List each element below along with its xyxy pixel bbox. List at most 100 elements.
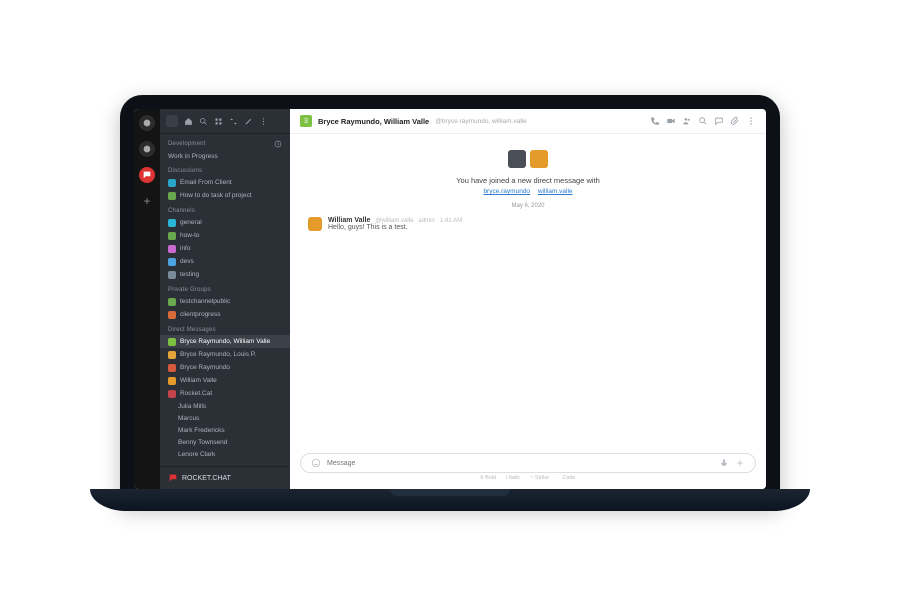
directory-icon[interactable] <box>214 117 223 126</box>
item-label: Mark Fredericks <box>178 427 225 434</box>
cat-label: Direct Messages <box>168 327 216 333</box>
item-label: Bryce Raymundo, Louis P. <box>180 351 256 358</box>
message-avatar[interactable] <box>308 217 322 231</box>
composer: b Bold i Italic ~ Strike ` Code <box>290 447 766 489</box>
date-divider: May 6, 2020 <box>308 203 748 209</box>
sidebar-item[interactable]: testing <box>160 268 290 281</box>
item-label: William Valle <box>180 377 217 384</box>
app-screen: + Development Work in Progress Discussio… <box>134 109 766 489</box>
sidebar-item[interactable]: devs <box>160 255 290 268</box>
search-icon[interactable] <box>199 117 208 126</box>
sidebar: Development Work in Progress Discussions… <box>160 109 290 489</box>
main-pane: 3 Bryce Raymundo, William Valle @bryce.r… <box>290 109 766 489</box>
home-icon[interactable] <box>184 117 193 126</box>
channel-color-swatch <box>168 311 176 319</box>
intro-avatars <box>308 150 748 168</box>
sidebar-item-dev[interactable]: Work in Progress <box>160 150 290 162</box>
channel-color-swatch <box>168 377 176 385</box>
chat-bubble-icon <box>142 170 152 180</box>
emoji-icon[interactable] <box>311 458 321 468</box>
members-icon[interactable] <box>682 116 692 126</box>
kebab-icon[interactable] <box>259 117 268 126</box>
rail-workspace-1[interactable] <box>139 115 155 131</box>
sidebar-item[interactable]: how-to <box>160 229 290 242</box>
message-meta: admin · 1:41 AM <box>418 218 462 224</box>
server-avatar[interactable] <box>166 115 178 127</box>
sidebar-item[interactable]: testchannelpublic <box>160 295 290 308</box>
sidebar-item[interactable]: How to do task of project <box>160 189 290 202</box>
sidebar-cat-discussions: Discussions <box>160 162 290 176</box>
item-label: testchannelpublic <box>180 298 230 305</box>
intro-link-a[interactable]: bryce.raymundo <box>483 188 530 195</box>
attach-icon[interactable] <box>730 116 740 126</box>
channel-color-swatch <box>168 219 176 227</box>
sidebar-cat-private: Private Groups <box>160 281 290 295</box>
channel-color-swatch <box>168 179 176 187</box>
phone-icon[interactable] <box>650 116 660 126</box>
item-label: Bryce Raymundo <box>180 364 230 371</box>
channel-color-swatch <box>168 245 176 253</box>
sort-icon[interactable] <box>229 117 238 126</box>
dm-badge: 3 <box>300 115 312 127</box>
sidebar-item[interactable]: Bryce Raymundo <box>160 361 290 374</box>
laptop-base <box>90 489 810 511</box>
create-icon[interactable] <box>244 117 253 126</box>
item-label: Benny Townsend <box>178 439 227 446</box>
compose-input[interactable] <box>327 460 713 467</box>
item-label: Marcus <box>178 415 199 422</box>
sidebar-item[interactable]: info <box>160 242 290 255</box>
sidebar-item[interactable]: Lenore Clark <box>160 448 290 460</box>
channel-color-swatch <box>168 338 176 346</box>
channel-color-swatch <box>168 192 176 200</box>
item-label: how-to <box>180 232 200 239</box>
sidebar-item[interactable]: Rocket.Cat <box>160 387 290 400</box>
sidebar-cat-development: Development <box>160 134 290 150</box>
message-row: William Valle @william.valle admin · 1:4… <box>308 217 748 231</box>
conversation-subtitle: @bryce.raymundo, william.valle <box>435 118 527 125</box>
message-area: You have joined a new direct message wit… <box>290 134 766 447</box>
sidebar-item[interactable]: Benny Townsend <box>160 436 290 448</box>
sidebar-item[interactable]: Julia Mills <box>160 400 290 412</box>
compose-box[interactable] <box>300 453 756 473</box>
rail-add-workspace[interactable]: + <box>139 193 155 209</box>
server-rail: + <box>134 109 160 489</box>
message-text: Hello, guys! This is a test. <box>328 224 462 231</box>
laptop-frame: + Development Work in Progress Discussio… <box>120 95 780 505</box>
item-label: Bryce Raymundo, William Valle <box>180 338 270 345</box>
kebab-icon[interactable] <box>746 116 756 126</box>
conversation-header: 3 Bryce Raymundo, William Valle @bryce.r… <box>290 109 766 134</box>
message-author[interactable]: William Valle <box>328 217 370 224</box>
search-in-chat-icon[interactable] <box>698 116 708 126</box>
sidebar-item[interactable]: Marcus <box>160 412 290 424</box>
sidebar-item[interactable]: clientprogress <box>160 308 290 321</box>
cat-label: Discussions <box>168 168 202 174</box>
sidebar-item[interactable]: Mark Fredericks <box>160 424 290 436</box>
sidebar-item[interactable]: general <box>160 216 290 229</box>
thread-icon[interactable] <box>714 116 724 126</box>
plus-icon[interactable] <box>735 458 745 468</box>
avatar <box>508 150 526 168</box>
item-label: general <box>180 219 202 226</box>
sidebar-item[interactable]: Bryce Raymundo, Louis P. <box>160 348 290 361</box>
channel-color-swatch <box>168 298 176 306</box>
sidebar-cat-channels: Channels <box>160 202 290 216</box>
brand-label: ROCKET.CHAT <box>182 475 231 482</box>
sidebar-item[interactable]: Email From Client <box>160 176 290 189</box>
sidebar-item[interactable]: Bryce Raymundo, William Valle <box>160 335 290 348</box>
intro-link-b[interactable]: william.valle <box>538 188 573 195</box>
format-hints: b Bold i Italic ~ Strike ` Code <box>300 473 756 485</box>
rocket-icon <box>168 473 178 483</box>
channel-color-swatch <box>168 364 176 372</box>
item-label: Work in Progress <box>168 153 218 160</box>
rail-workspace-2[interactable] <box>139 141 155 157</box>
sidebar-top-toolbar <box>160 109 290 134</box>
sidebar-footer-brand[interactable]: ROCKET.CHAT <box>160 466 290 489</box>
item-label: clientprogress <box>180 311 220 318</box>
intro-text: You have joined a new direct message wit… <box>308 176 748 185</box>
mic-icon[interactable] <box>719 458 729 468</box>
sidebar-item[interactable]: William Valle <box>160 374 290 387</box>
intro-block: You have joined a new direct message wit… <box>308 176 748 195</box>
rail-workspace-active[interactable] <box>139 167 155 183</box>
video-icon[interactable] <box>666 116 676 126</box>
channel-color-swatch <box>168 232 176 240</box>
